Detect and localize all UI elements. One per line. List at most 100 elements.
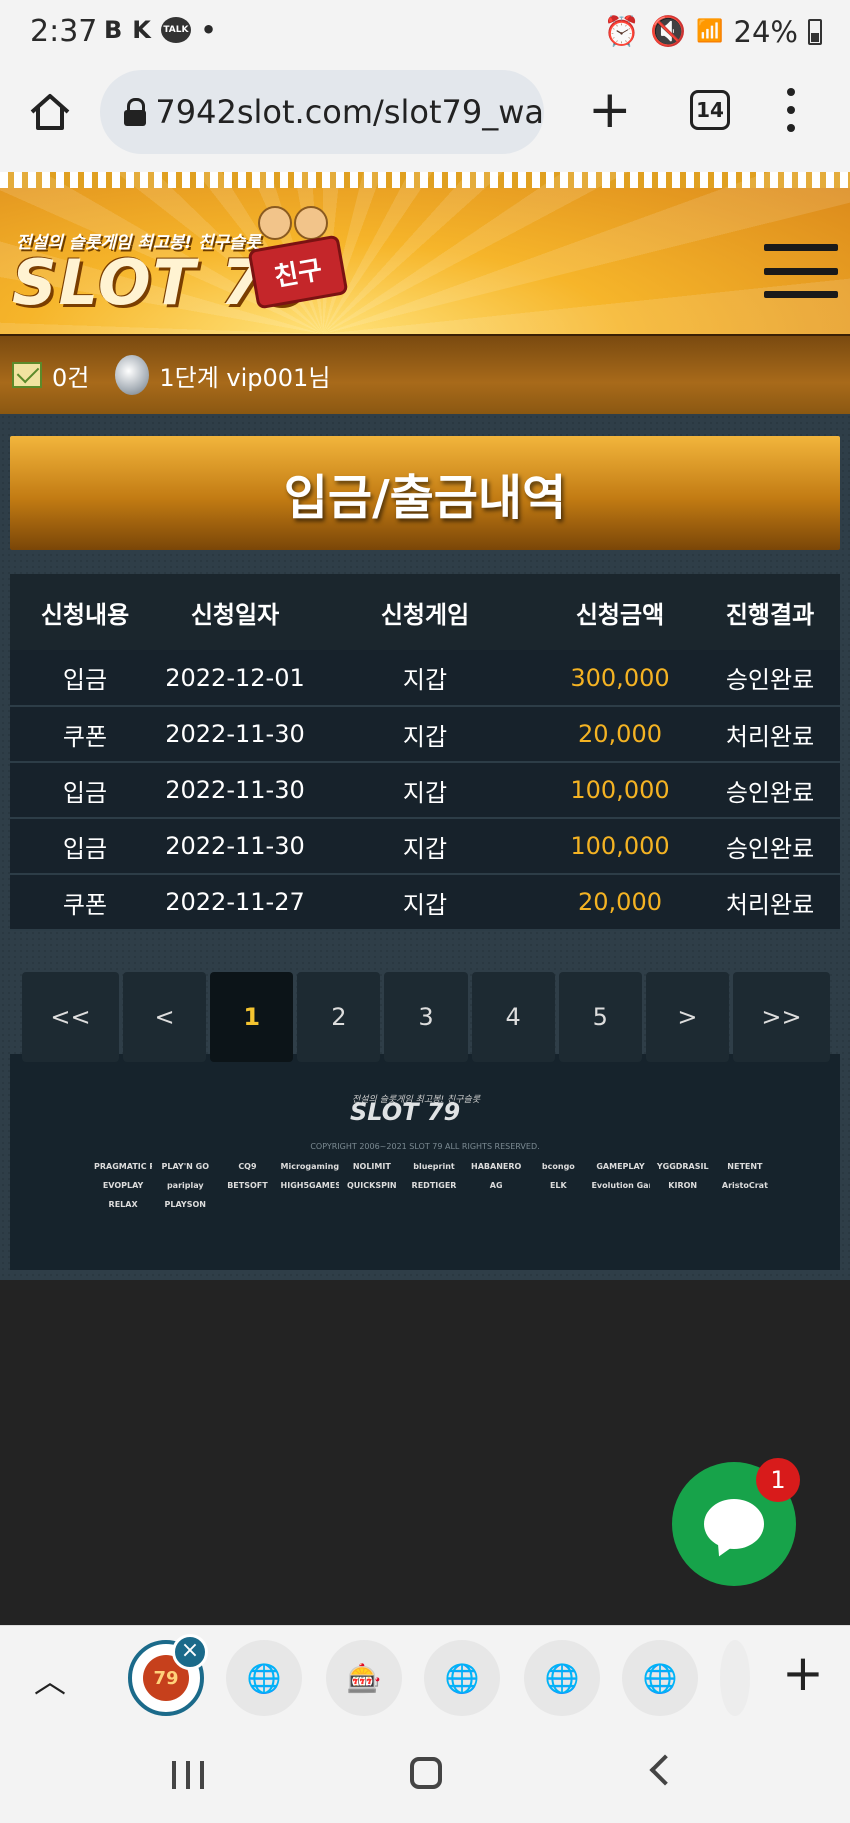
provider-logo: PLAY'N GO <box>161 1162 209 1171</box>
provider-logo: NETENT <box>727 1162 763 1171</box>
browser-tab-strip: ︿ 79 × 🌐 🎰 🌐 🌐 🌐 + <box>0 1625 850 1725</box>
last-page-button[interactable]: >> <box>732 972 830 1062</box>
cell-result: 처리완료 <box>725 722 815 751</box>
recent-apps-icon[interactable] <box>172 1761 204 1789</box>
cell-result: 처리완료 <box>725 890 815 919</box>
page-title: 입금/출금내역 <box>283 470 567 526</box>
provider-logo: EVOPLAY <box>102 1181 144 1190</box>
provider-logo: PLAYSON <box>164 1200 206 1209</box>
table-header-row: 신청내용 신청일자 신청게임 신청금액 진행결과 <box>10 574 840 650</box>
cell-date: 2022-11-30 <box>165 720 305 748</box>
lock-icon <box>124 98 147 126</box>
first-page-button[interactable]: << <box>22 972 119 1062</box>
cell-game: 지갑 <box>402 666 448 694</box>
kakaotalk-icon: TALK <box>160 17 191 43</box>
address-bar[interactable]: 7942slot.com/slot79_wa <box>100 70 544 154</box>
globe-icon[interactable] <box>720 1640 750 1716</box>
provider-logo: bcongo <box>541 1162 575 1171</box>
tab-switcher-button[interactable]: 14 <box>690 90 730 130</box>
main-content: 입금/출금내역 신청내용 신청일자 신청게임 신청금액 진행결과 입금 2022… <box>0 414 850 1280</box>
page-button-4[interactable]: 4 <box>471 972 555 1062</box>
status-notification-icons: B K TALK • <box>104 16 216 44</box>
site-header: 전설의 슬롯게임 최고봉! 친구슬롯 SLOT 79 친구 <box>0 172 850 334</box>
chevron-up-icon[interactable]: ︿ <box>34 1656 66 1702</box>
title-banner: 입금/출금내역 <box>10 436 840 550</box>
add-tab-icon[interactable]: + <box>782 1644 824 1702</box>
browser-menu-icon[interactable] <box>786 88 796 132</box>
home-nav-icon[interactable] <box>410 1757 442 1789</box>
battery-icon <box>808 18 822 45</box>
provider-logo: KIRON <box>668 1181 698 1190</box>
cell-amount: 20,000 <box>578 720 662 748</box>
provider-logo: CQ9 <box>238 1162 257 1171</box>
cell-result: 승인완료 <box>725 834 815 863</box>
cell-game: 지갑 <box>402 890 448 919</box>
mail-icon[interactable] <box>12 362 42 388</box>
home-icon[interactable] <box>26 88 74 136</box>
status-bar: 2:37 B K TALK • ⏰ 🔇 📶 24% <box>0 0 850 62</box>
battery-percent: 24% <box>733 14 798 49</box>
provider-logo: GAMEPLAY <box>596 1162 645 1171</box>
page-button-2[interactable]: 2 <box>297 972 381 1062</box>
back-icon[interactable] <box>649 1754 681 1786</box>
wifi-icon: 📶 <box>696 19 724 44</box>
provider-logo: blueprint <box>413 1162 455 1171</box>
provider-logo: RELAX <box>108 1200 138 1209</box>
prev-page-button[interactable]: < <box>123 972 207 1062</box>
chat-unread-badge: 1 <box>756 1458 800 1502</box>
page-button-1[interactable]: 1 <box>210 972 294 1062</box>
globe-icon[interactable]: 🌐 <box>524 1640 600 1716</box>
pagination: << < 1 2 3 4 5 > >> <box>22 972 830 1062</box>
medal-icon <box>115 355 150 395</box>
transaction-table: 신청내용 신청일자 신청게임 신청금액 진행결과 입금 2022-12-01 지… <box>10 574 840 931</box>
page-button-3[interactable]: 3 <box>384 972 468 1062</box>
provider-logo: HABANERO <box>471 1162 522 1171</box>
more-notifications-icon: • <box>200 16 217 44</box>
cell-type: 쿠폰 <box>62 722 108 751</box>
new-tab-icon[interactable]: + <box>588 84 632 136</box>
page-button-5[interactable]: 5 <box>558 972 642 1062</box>
cell-type: 쿠폰 <box>62 890 108 919</box>
cell-amount: 100,000 <box>570 832 670 860</box>
cell-type: 입금 <box>62 834 108 863</box>
cell-result: 승인완료 <box>725 666 815 694</box>
url-text: 7942slot.com/slot79_wa <box>155 93 544 131</box>
slot-machine-icon[interactable]: 🎰 <box>326 1640 402 1716</box>
header-type: 신청내용 <box>40 600 130 629</box>
site-footer: 전설의 슬롯게임 최고봉! 친구슬롯 SLOT 79 COPYRIGHT 200… <box>10 1054 840 1270</box>
cell-game: 지갑 <box>402 778 448 807</box>
cell-amount: 100,000 <box>570 776 670 804</box>
alarm-icon: ⏰ <box>603 14 641 48</box>
cell-result: 승인완료 <box>725 778 815 807</box>
cell-date: 2022-11-30 <box>165 832 305 860</box>
table-row: 입금 2022-12-01 지갑 300,000 승인완료 <box>10 650 840 706</box>
provider-logo: Microgaming <box>280 1162 339 1171</box>
provider-logos: PRAGMATIC PLAY PLAY'N GO CQ9 Microgaming… <box>94 1162 774 1209</box>
close-tab-icon[interactable]: × <box>172 1634 208 1670</box>
table-row: 입금 2022-11-30 지갑 100,000 승인완료 <box>10 818 840 874</box>
status-system-icons: ⏰ 🔇 📶 24% <box>604 14 822 49</box>
mute-icon: 🔇 <box>650 14 687 48</box>
globe-icon[interactable]: 🌐 <box>424 1640 500 1716</box>
next-page-button[interactable]: > <box>645 972 729 1062</box>
hamburger-menu-icon[interactable] <box>764 244 838 298</box>
copyright-text: COPYRIGHT 2006~2021 SLOT 79 ALL RIGHTS R… <box>310 1142 540 1151</box>
status-time: 2:37 <box>30 14 98 49</box>
message-count[interactable]: 0건 <box>52 358 89 393</box>
cell-game: 지갑 <box>402 722 448 751</box>
cell-type: 입금 <box>62 666 108 694</box>
globe-icon[interactable]: 🌐 <box>622 1640 698 1716</box>
provider-logo: ELK <box>549 1181 567 1190</box>
provider-logo: AG <box>489 1181 503 1190</box>
k-app-icon: K <box>132 16 151 44</box>
provider-logo: YGGDRASIL <box>656 1162 709 1171</box>
provider-logo: PRAGMATIC PLAY <box>94 1162 152 1171</box>
chat-bubble-icon <box>704 1499 764 1549</box>
user-level-name: 1단계 vip001님 <box>159 363 331 392</box>
globe-icon[interactable]: 🌐 <box>226 1640 302 1716</box>
provider-logo: Evolution Gaming <box>591 1181 649 1190</box>
cell-amount: 300,000 <box>570 663 670 692</box>
provider-logo: pariplay <box>166 1181 204 1190</box>
provider-logo: HIGH5GAMES <box>280 1181 339 1190</box>
header-amount: 신청금액 <box>575 600 665 629</box>
